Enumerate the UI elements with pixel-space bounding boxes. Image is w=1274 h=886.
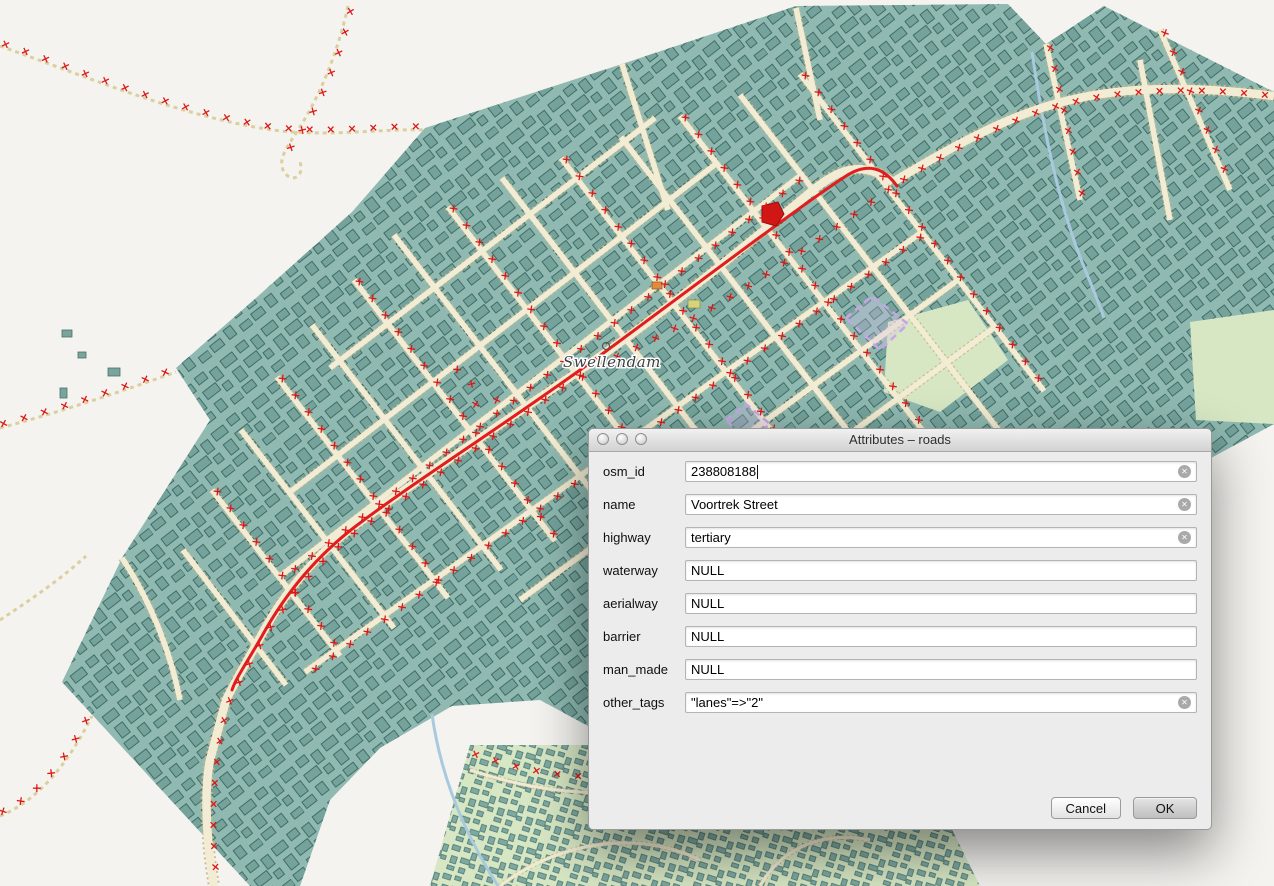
field-input-osm_id[interactable]: 238808188 ✕ — [685, 461, 1197, 482]
place-label: Swellendam — [563, 353, 661, 371]
field-input-barrier[interactable]: NULL — [685, 626, 1197, 647]
field-value: NULL — [691, 563, 724, 578]
dialog-buttons: Cancel OK — [1051, 797, 1197, 819]
app-window: ×××××××××××××××××××× ×××××××××××××××××××… — [0, 0, 1274, 886]
dialog-titlebar[interactable]: Attributes – roads — [589, 429, 1211, 452]
field-value: tertiary — [691, 530, 731, 545]
field-value: Voortrek Street — [691, 497, 778, 512]
cancel-button[interactable]: Cancel — [1051, 797, 1121, 819]
field-label: barrier — [603, 629, 685, 644]
field-value: "lanes"=>"2" — [691, 695, 763, 710]
field-input-highway[interactable]: tertiary ✕ — [685, 527, 1197, 548]
attribute-row: name Voortrek Street ✕ — [603, 494, 1197, 515]
close-button[interactable] — [597, 433, 609, 445]
field-value: NULL — [691, 629, 724, 644]
clear-field-icon[interactable]: ✕ — [1178, 696, 1191, 709]
attribute-row: other_tags "lanes"=>"2" ✕ — [603, 692, 1197, 713]
field-label: man_made — [603, 662, 685, 677]
field-label: waterway — [603, 563, 685, 578]
field-value: 238808188 — [691, 464, 756, 479]
window-controls — [597, 433, 647, 445]
field-label: other_tags — [603, 695, 685, 710]
field-input-name[interactable]: Voortrek Street ✕ — [685, 494, 1197, 515]
clear-field-icon[interactable]: ✕ — [1178, 531, 1191, 544]
text-caret — [757, 465, 758, 479]
attribute-row: barrier NULL — [603, 626, 1197, 647]
field-value: NULL — [691, 662, 724, 677]
attribute-row: waterway NULL — [603, 560, 1197, 581]
field-label: aerialway — [603, 596, 685, 611]
field-input-aerialway[interactable]: NULL — [685, 593, 1197, 614]
field-value: NULL — [691, 596, 724, 611]
field-label: highway — [603, 530, 685, 545]
attribute-row: aerialway NULL — [603, 593, 1197, 614]
clear-field-icon[interactable]: ✕ — [1178, 498, 1191, 511]
field-input-other_tags[interactable]: "lanes"=>"2" ✕ — [685, 692, 1197, 713]
field-input-waterway[interactable]: NULL — [685, 560, 1197, 581]
field-label: name — [603, 497, 685, 512]
attribute-row: osm_id 238808188 ✕ — [603, 461, 1197, 482]
field-input-man_made[interactable]: NULL — [685, 659, 1197, 680]
attribute-row: man_made NULL — [603, 659, 1197, 680]
attribute-row: highway tertiary ✕ — [603, 527, 1197, 548]
clear-field-icon[interactable]: ✕ — [1178, 465, 1191, 478]
attributes-dialog: Attributes – roads osm_id 238808188 ✕ na… — [588, 428, 1212, 830]
attributes-form: osm_id 238808188 ✕ name Voortrek Street … — [603, 461, 1197, 725]
ok-button[interactable]: OK — [1133, 797, 1197, 819]
field-label: osm_id — [603, 464, 685, 479]
minimize-button[interactable] — [616, 433, 628, 445]
dialog-title: Attributes – roads — [589, 429, 1211, 451]
zoom-button[interactable] — [635, 433, 647, 445]
